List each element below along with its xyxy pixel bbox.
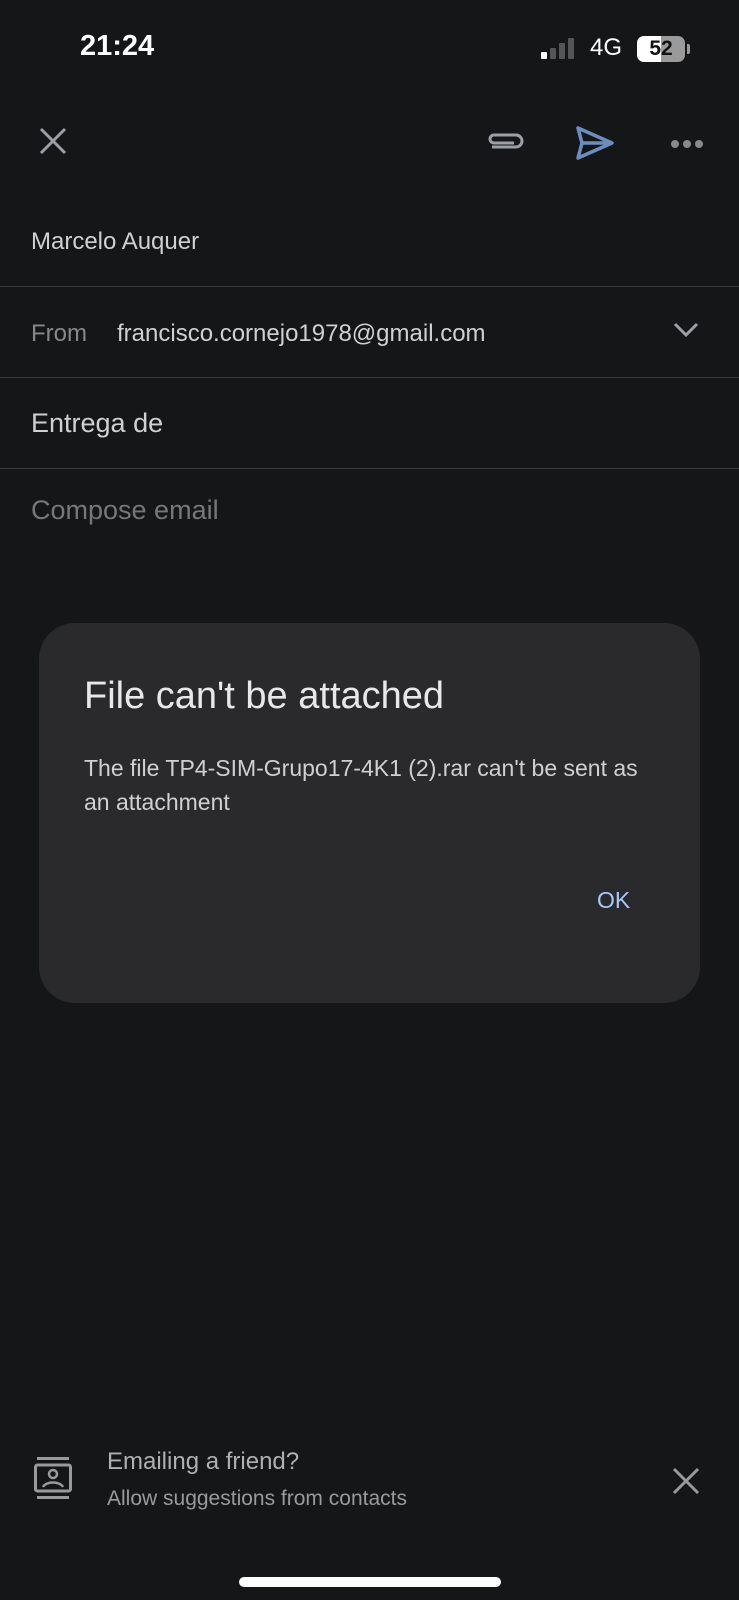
send-icon[interactable]	[575, 125, 615, 166]
paperclip-icon[interactable]	[484, 128, 526, 159]
ok-button[interactable]: OK	[591, 881, 636, 920]
suggestion-subtitle: Allow suggestions from contacts	[107, 1487, 407, 1510]
network-type: 4G	[590, 34, 623, 61]
more-horizontal-icon[interactable]	[670, 136, 704, 154]
from-field[interactable]: From francisco.cornejo1978@gmail.com	[0, 287, 739, 378]
subject-field[interactable]: Entrega de	[0, 378, 739, 469]
suggestion-title: Emailing a friend?	[107, 1448, 300, 1475]
status-time: 21:24	[80, 30, 155, 62]
dialog-message: The file TP4-SIM-Grupo17-4K1 (2).rar can…	[84, 755, 638, 815]
error-dialog: File can't be attached The file TP4-SIM-…	[39, 623, 700, 1003]
chevron-down-icon[interactable]	[673, 322, 699, 343]
close-icon[interactable]	[38, 126, 68, 161]
dialog-title: File can't be attached	[84, 675, 445, 717]
signal-icon	[541, 38, 574, 59]
from-label: From	[31, 320, 87, 347]
body-input[interactable]: Compose email	[31, 495, 219, 526]
to-recipient: Marcelo Auquer	[31, 228, 200, 255]
home-indicator[interactable]	[239, 1577, 501, 1587]
subject-value: Entrega de	[31, 408, 164, 438]
dismiss-suggestion-icon[interactable]	[672, 1467, 700, 1500]
battery-tip	[687, 44, 690, 54]
from-value: francisco.cornejo1978@gmail.com	[117, 320, 486, 347]
contacts-icon	[34, 1455, 72, 1506]
to-field[interactable]: Marcelo Auquer	[0, 196, 739, 287]
battery-icon: 52	[637, 36, 685, 62]
